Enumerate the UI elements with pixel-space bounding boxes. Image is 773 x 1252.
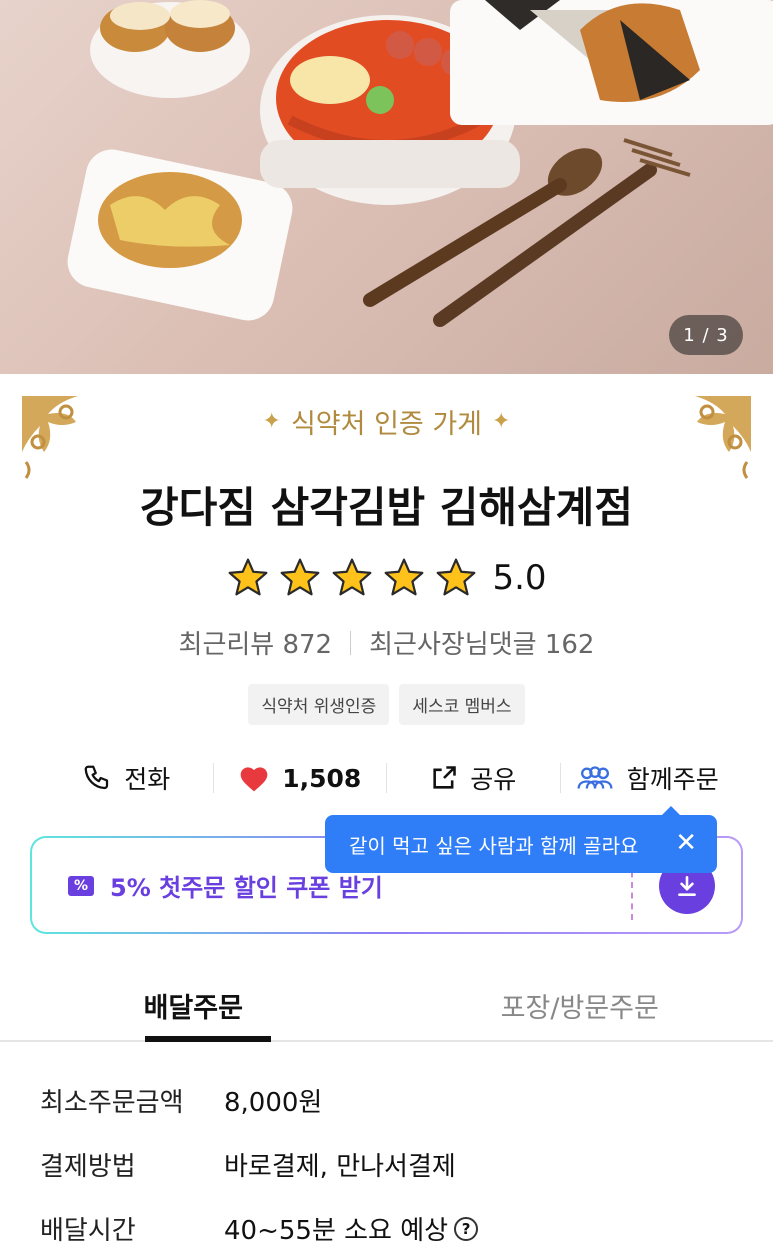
rating-value: 5.0 [492,558,547,598]
review-stats: 최근리뷰 872 최근사장님댓글 162 [0,624,773,661]
info-row-min-order: 최소주문금액 8,000원 [40,1082,733,1146]
store-name: 강다짐 삼각김밥 김해삼계점 [140,483,633,532]
star-icon [281,558,320,596]
download-icon [678,876,696,896]
info-label: 결제방법 [40,1152,136,1182]
star-icon [437,558,476,596]
info-row-payment: 결제방법 바로결제, 만나서결제 [40,1146,733,1210]
image-counter: 1 / 3 [669,315,743,355]
coupon-icon: % [68,875,94,896]
tab-delivery[interactable]: 배달주문 [0,966,387,1042]
recent-reviews-link[interactable]: 최근리뷰 872 [179,624,333,661]
info-value: 40~55분 소요 예상 [224,1216,449,1246]
tooltip-text: 같이 먹고 싶은 사람과 함께 골라요 [349,833,639,858]
close-icon[interactable]: ✕ [675,829,697,857]
badge-list: 식약처 위생인증 세스코 멤버스 [0,684,773,725]
heart-icon [240,767,268,792]
certification-label: ✦ 식약처 인증 가게 ✦ [0,402,773,441]
share-icon [433,766,457,789]
like-button[interactable]: 1,508 [214,763,387,793]
star-icon [229,558,268,596]
coupon-label-group: % 5% 첫주문 할인 쿠폰 받기 [68,868,383,903]
tab-active-indicator [145,1036,271,1042]
tab-delivery-label: 배달주문 [143,993,243,1024]
owner-replies-link[interactable]: 최근사장님댓글 162 [369,624,594,661]
group-order-label: 함께주문 [626,765,719,794]
action-bar: 전화 1,508 공유 함께주문 [40,752,733,804]
tab-pickup-label: 포장/방문주문 [500,993,659,1024]
divider [350,630,352,655]
info-label: 배달시간 [40,1216,136,1246]
sparkle-icon: ✦ [262,409,281,434]
badge-cesco: 세스코 멤버스 [399,684,525,725]
tooltip-arrow [661,806,681,816]
share-label: 공유 [470,765,517,794]
coupon-label: 5% 첫주문 할인 쿠폰 받기 [110,874,383,902]
info-value: 8,000원 [224,1088,323,1118]
sparkle-icon: ✦ [492,409,511,434]
group-icon [577,766,613,789]
order-type-tabs: 배달주문 포장/방문주문 [0,966,773,1042]
delivery-info: 최소주문금액 8,000원 결제방법 바로결제, 만나서결제 배달시간 40~5… [40,1082,733,1252]
food-photo [67,0,773,327]
help-icon[interactable]: ? [454,1216,479,1241]
info-value: 바로결제, 만나서결제 [224,1152,456,1182]
badge-hygiene: 식약처 위생인증 [248,684,390,725]
like-count: 1,508 [282,763,362,793]
call-button[interactable]: 전화 [40,760,213,796]
hero-image[interactable]: 1 / 3 [0,0,773,374]
phone-icon [84,765,109,790]
call-label: 전화 [124,765,171,794]
group-order-button[interactable]: 함께주문 [561,760,734,796]
info-value-group: 40~55분 소요 예상 ? [224,1210,479,1247]
certification-text: 식약처 인증 가게 [290,409,483,440]
star-icon [333,558,372,596]
tab-pickup[interactable]: 포장/방문주문 [387,966,773,1040]
group-order-tooltip: 같이 먹고 싶은 사람과 함께 골라요 ✕ [325,806,717,873]
info-row-delivery-time: 배달시간 40~55분 소요 예상 ? [40,1210,733,1252]
share-button[interactable]: 공유 [387,760,560,796]
info-label: 최소주문금액 [40,1088,184,1118]
star-icon [385,558,424,596]
rating: 5.0 [0,556,773,600]
